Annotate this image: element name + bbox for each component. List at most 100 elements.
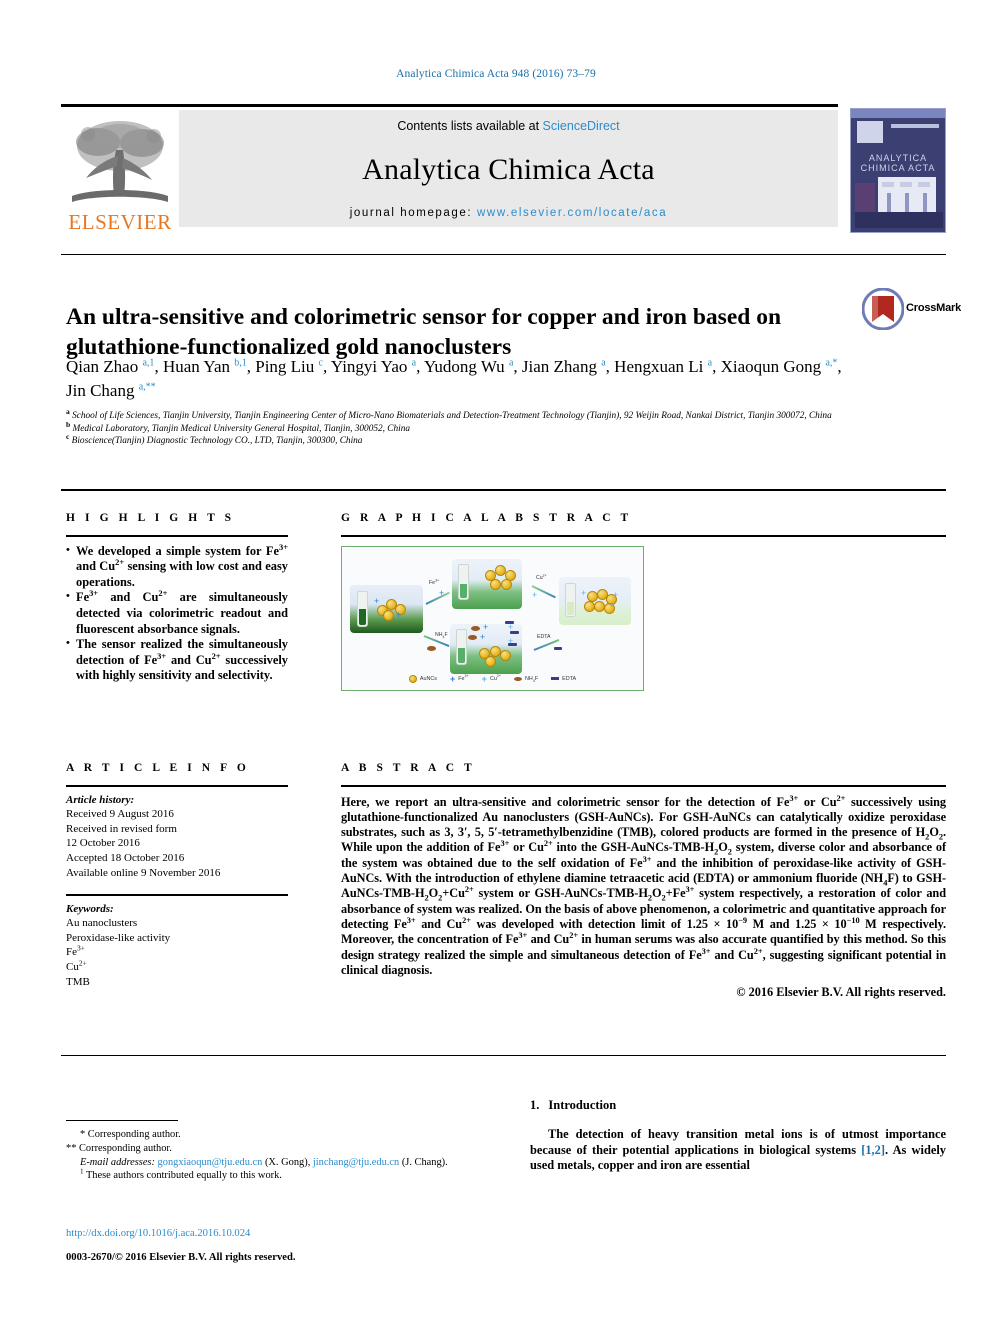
ga-legend-label: Fe3+ [458, 673, 469, 682]
edta-bar-icon [505, 620, 514, 624]
article-history-block: Article history: Received 9 August 2016 … [66, 793, 288, 881]
cover-top-band [851, 109, 945, 118]
nh4f-ellipse-icon [514, 676, 523, 681]
affiliation-c: c Bioscience(Tianjin) Diagnostic Technol… [66, 432, 886, 448]
issn-copyright-line: 0003-2670/© 2016 Elsevier B.V. All right… [66, 1252, 296, 1264]
journal-title: Analytica Chimica Acta [362, 153, 655, 186]
list-item: Fe3+ and Cu2+ are simultaneously detecte… [66, 589, 288, 637]
footnotes-block: * Corresponding author. ** Corresponding… [66, 1128, 496, 1183]
article-info-rule [66, 785, 288, 787]
affiliation-b: b Medical Laboratory, Tianjin Medical Un… [66, 420, 886, 436]
journal-cover-thumbnail[interactable]: ANALYTICA CHIMICA ACTA [850, 108, 946, 233]
keyword-item: TMB [66, 975, 90, 988]
doi-link[interactable]: http://dx.doi.org/10.1016/j.aca.2016.10.… [66, 1227, 496, 1241]
crossmark-badge[interactable]: CrossMark [862, 288, 961, 332]
email-link-gong[interactable]: gongxiaoqun@tju.edu.cn [158, 1157, 263, 1168]
highlights-section: H I G H L I G H T S We developed a simpl… [66, 512, 288, 684]
sciencedirect-link[interactable]: ScienceDirect [543, 119, 620, 133]
elsevier-logo: ELSEVIER [61, 110, 179, 233]
author-list: Qian Zhao a,1, Huan Yan b,1, Ping Liu c,… [66, 357, 842, 400]
masthead-center: Contents lists available at ScienceDirec… [179, 110, 838, 227]
ga-nanocluster [501, 578, 512, 590]
cu-plus-icon: + [609, 599, 615, 610]
ga-legend-item: AuNCs [408, 674, 437, 683]
ga-legend: AuNCs + Fe3+ + Cu2+ NH4F EDTA [342, 674, 643, 684]
crossmark-icon [862, 288, 904, 330]
affiliation-a-text: School of Life Sciences, Tianjin Univers… [72, 411, 832, 421]
introduction-heading: 1. Introduction [530, 1098, 946, 1113]
cu-plus-icon: + [532, 589, 538, 600]
edta-bar-icon [510, 630, 519, 634]
ga-cuvette-4 [456, 628, 467, 665]
history-item: Received in revised form [66, 822, 177, 835]
corresponding-author-1: * Corresponding author. [80, 1129, 181, 1140]
affiliation-mark-c: c [66, 432, 70, 442]
cover-header-text-bar [891, 124, 939, 128]
masthead-bottom-rule [61, 254, 946, 255]
section-number: 1. [530, 1098, 540, 1112]
article-history-label: Article history: [66, 793, 135, 806]
highlights-rule [66, 535, 288, 537]
fe-plus-icon: + [396, 609, 402, 620]
doi-block: http://dx.doi.org/10.1016/j.aca.2016.10.… [66, 1216, 496, 1276]
email-owner-gong: (X. Gong) [264, 1156, 308, 1168]
graphical-abstract-rule [341, 535, 946, 537]
highlights-heading: H I G H L I G H T S [66, 512, 235, 524]
ga-legend-item: + Cu2+ [482, 674, 501, 684]
keywords-rule [66, 894, 288, 896]
nh4f-ellipse-icon [468, 634, 477, 640]
abstract-heading: A B S T R A C T [341, 762, 476, 774]
ga-nanocluster [485, 655, 496, 667]
introduction-paragraph: The detection of heavy transition metal … [530, 1127, 946, 1174]
email-link-chang[interactable]: jinchang@tju.edu.cn [313, 1157, 399, 1168]
citation-link[interactable]: [1,2] [861, 1143, 885, 1157]
ga-cuvette-3 [565, 582, 576, 617]
ga-arrow-label-fe: Fe3+ [429, 577, 440, 586]
body-top-rule [61, 1055, 946, 1056]
footnote-rule [66, 1120, 178, 1121]
email-addresses-line: E-mail addresses: gongxiaoqun@tju.edu.cn… [80, 1156, 448, 1168]
keyword-item: Peroxidase-like activity [66, 931, 171, 944]
homepage-url[interactable]: www.elsevier.com/locate/aca [477, 207, 667, 219]
graphical-abstract-image[interactable]: + + Fe3+ + Cu2+ + + + + EDTA NH4F + + + … [341, 545, 644, 691]
running-head: Analytica Chimica Acta 948 (2016) 73–79 [396, 68, 596, 80]
corresponding-author-2: ** Corresponding author. [66, 1142, 172, 1154]
gold-nanocluster-dot-icon [408, 674, 417, 683]
homepage-label: journal homepage: [349, 207, 478, 219]
nh4f-ellipse-icon [471, 625, 480, 631]
cu-plus-icon: + [481, 673, 487, 684]
abstract-rule [341, 785, 946, 787]
list-item: The sensor realized the simultaneously d… [66, 636, 288, 684]
affiliation-c-text: Bioscience(Tianjin) Diagnostic Technolog… [71, 436, 363, 447]
article-info-section: A R T I C L E I N F O Article history: R… [66, 762, 288, 989]
abstract-section: A B S T R A C T Here, we report an ultra… [341, 762, 946, 1000]
ga-panel-1: + + [350, 584, 423, 633]
equal-contribution-mark: 1 [80, 1167, 84, 1176]
fe-plus-icon: + [483, 621, 489, 632]
keywords-label: Keywords: [66, 902, 114, 915]
header-bottom-rule [61, 489, 946, 491]
history-item: Accepted 18 October 2016 [66, 851, 185, 864]
history-item: Available online 9 November 2016 [66, 866, 221, 879]
elsevier-wordmark: ELSEVIER [68, 210, 172, 234]
keyword-item: Au nanoclusters [66, 917, 138, 930]
masthead-top-rule [61, 104, 838, 107]
ga-nanocluster [490, 578, 501, 590]
cover-footer-band [855, 212, 943, 228]
section-title: Introduction [548, 1098, 617, 1112]
affiliation-list: a School of Life Sciences, Tianjin Unive… [66, 408, 886, 448]
equal-contribution-text: These authors contributed equally to thi… [85, 1170, 282, 1182]
page-title: An ultra-sensitive and colorimetric sens… [66, 303, 782, 360]
edta-bar-icon [551, 677, 560, 680]
graphical-abstract-section: G R A P H I C A L A B S T R A C T + + Fe… [341, 512, 946, 691]
journal-article-page: Analytica Chimica Acta 948 (2016) 73–79 [0, 0, 992, 1323]
introduction-section: 1. Introduction The detection of heavy tr… [530, 1098, 946, 1174]
ga-legend-item: EDTA [551, 676, 576, 682]
keywords-block: Keywords: Au nanoclusters Peroxidase-lik… [66, 902, 288, 990]
history-item: Received 9 August 2016 [66, 808, 174, 821]
keyword-item: Fe3+ [66, 943, 85, 959]
elsevier-tree-icon [72, 121, 168, 202]
ga-legend-label: EDTA [562, 675, 577, 682]
abstract-body: Here, we report an ultra-sensitive and c… [341, 793, 947, 977]
contents-prefix: Contents lists available at [397, 119, 543, 133]
